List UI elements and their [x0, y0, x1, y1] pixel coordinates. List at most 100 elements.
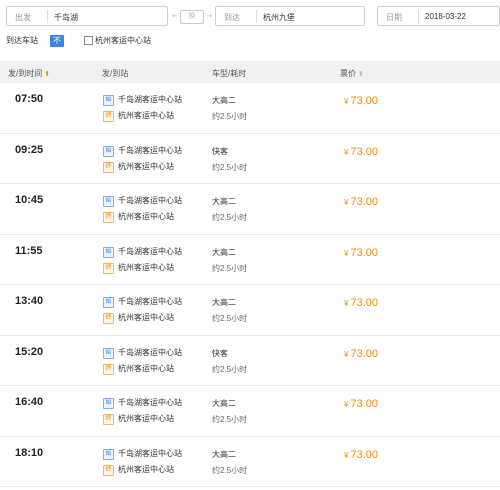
header-price[interactable]: 票价 ⬍: [340, 68, 364, 79]
price-amount: 73.00: [350, 196, 378, 208]
bus-type: 快客: [212, 146, 228, 156]
duration: 约2.5小时: [212, 415, 248, 424]
duration: 约2.5小时: [212, 213, 248, 222]
date-value: 2018-03-22: [425, 12, 466, 21]
date-field[interactable]: 日期 2018-03-22: [377, 6, 500, 26]
end-badge-icon: 终: [103, 161, 114, 173]
start-badge-icon: 始: [103, 145, 114, 157]
header-time[interactable]: 发/到时间 ⬆: [8, 68, 50, 79]
from-station-name: 千岛湖客运中心站: [118, 246, 182, 256]
to-station: 终杭州客运中心站: [103, 414, 174, 425]
divider: [0, 486, 500, 487]
duration: 约2.5小时: [212, 314, 248, 323]
arrow-right-icon: ⇢: [206, 13, 212, 20]
bus-type: 快客: [212, 348, 228, 358]
table-row[interactable]: 15:20 始千岛湖客运中心站终杭州客运中心站 快客 约2.5小时 ¥73.00: [0, 335, 500, 386]
price-amount: 73.00: [350, 347, 378, 360]
from-station-name: 千岛湖客运中心站: [118, 95, 182, 104]
end-badge-icon: 终: [103, 111, 114, 122]
from-station: 始千岛湖客运中心站: [103, 196, 182, 207]
to-station: 终杭州客运中心站: [103, 212, 174, 223]
price: ¥73.00: [344, 146, 378, 158]
table-row[interactable]: 16:40 始千岛湖客运中心站终杭州客运中心站 大高二 约2.5小时 ¥73.00: [0, 386, 500, 437]
date-label: 日期: [386, 13, 402, 22]
to-station-name: 杭州客运中心站: [118, 161, 174, 171]
schedule-list: 07:50 始千岛湖客运中心站终杭州客运中心站 大高二 约2.5小时 ¥73.00 09:…: [0, 83, 500, 487]
bus-type: 大高二: [212, 96, 236, 105]
start-badge-icon: 始: [103, 196, 114, 207]
arrow-left-icon: ⇠: [172, 13, 178, 20]
to-station: 终杭州客运中心站: [103, 464, 174, 476]
to-station-name: 杭州客运中心站: [118, 414, 174, 423]
from-station-name: 千岛湖客运中心站: [118, 398, 182, 407]
from-station: 始千岛湖客运中心站: [103, 347, 182, 359]
currency-symbol: ¥: [344, 450, 349, 460]
table-row[interactable]: 07:50 始千岛湖客运中心站终杭州客运中心站 大高二 约2.5小时 ¥73.00: [0, 83, 500, 134]
bus-type: 大高二: [212, 197, 236, 206]
table-row[interactable]: 18:10 始千岛湖客运中心站终杭州客运中心站 大高二 约2.5小时 ¥73.00: [0, 436, 500, 487]
currency-symbol: ¥: [344, 198, 349, 207]
price: ¥73.00: [344, 196, 378, 208]
to-station: 终杭州客运中心站: [103, 161, 174, 173]
from-station: 始千岛湖客运中心站: [103, 95, 182, 106]
price-amount: 73.00: [350, 297, 378, 309]
start-badge-icon: 始: [103, 347, 114, 359]
table-row[interactable]: 11:55 始千岛湖客运中心站终杭州客运中心站 大高二 约2.5小时 ¥73.00: [0, 234, 500, 285]
duration: 约2.5小时: [212, 263, 248, 273]
no-limit-button[interactable]: 不限: [50, 35, 64, 57]
from-label: 出发: [15, 13, 31, 22]
search-bar: 出发 千岛湖 ⇠ 换 ⇢ 到达 杭州九堡 日期 2018-03-22: [0, 0, 500, 36]
end-badge-icon: 终: [103, 313, 114, 324]
currency-symbol: ¥: [344, 349, 349, 359]
swap-stations-button[interactable]: ⇠ 换 ⇢: [172, 10, 212, 24]
to-field[interactable]: 到达 杭州九堡: [215, 6, 365, 26]
bus-type: 大高二: [212, 247, 236, 257]
price: ¥73.00: [344, 398, 378, 410]
to-label: 到达: [224, 13, 240, 22]
price: ¥73.00: [344, 247, 378, 259]
table-row[interactable]: 13:40 始千岛湖客运中心站终杭州客运中心站 大高二 约2.5小时 ¥73.00: [0, 285, 500, 336]
price: ¥73.00: [344, 348, 378, 360]
end-badge-icon: 终: [103, 363, 114, 375]
end-badge-icon: 终: [103, 464, 114, 476]
sort-icon: ⬍: [358, 71, 364, 78]
price-amount: 73.00: [350, 145, 378, 158]
bus-type: 大高二: [212, 449, 236, 459]
currency-symbol: ¥: [344, 97, 349, 106]
currency-symbol: ¥: [344, 248, 349, 258]
to-station-name: 杭州客运中心站: [118, 262, 174, 272]
currency-symbol: ¥: [344, 400, 349, 409]
duration: 约2.5小时: [212, 112, 248, 121]
start-badge-icon: 始: [103, 448, 114, 460]
from-station: 始千岛湖客运中心站: [103, 246, 182, 258]
from-station: 始千岛湖客运中心站: [103, 145, 182, 157]
divider: [256, 10, 257, 23]
departure-time: 07:50: [15, 93, 44, 105]
duration: 约2.5小时: [212, 465, 248, 475]
station-checkbox[interactable]: [84, 36, 93, 45]
departure-time: 16:40: [15, 396, 44, 408]
to-station: 终杭州客运中心站: [103, 313, 174, 324]
header-time-label: 发/到时间: [8, 69, 43, 78]
departure-time: 18:10: [15, 446, 44, 459]
divider: [47, 10, 48, 23]
arrow-up-icon: ⬆: [44, 71, 51, 78]
divider: [418, 10, 419, 23]
header-type-duration: 车型/耗时: [212, 69, 247, 78]
departure-time: 09:25: [15, 143, 44, 156]
departure-time: 13:40: [15, 295, 44, 307]
price-amount: 73.00: [350, 246, 378, 259]
from-value: 千岛湖: [54, 13, 78, 22]
duration: 约2.5小时: [212, 364, 248, 374]
table-row[interactable]: 10:45 始千岛湖客运中心站终杭州客运中心站 大高二 约2.5小时 ¥73.00: [0, 184, 500, 235]
bus-type: 大高二: [212, 298, 236, 307]
from-field[interactable]: 出发 千岛湖: [6, 6, 168, 26]
from-station: 始千岛湖客运中心站: [103, 297, 182, 308]
table-row[interactable]: 09:25 始千岛湖客运中心站终杭州客运中心站 快客 约2.5小时 ¥73.00: [0, 133, 500, 184]
from-station-name: 千岛湖客运中心站: [118, 448, 182, 458]
bus-type: 大高二: [212, 399, 236, 408]
station-checkbox-label[interactable]: 杭州客运中心站: [95, 35, 151, 47]
start-badge-icon: 始: [103, 246, 114, 258]
currency-symbol: ¥: [344, 147, 349, 157]
to-station-name: 杭州客运中心站: [118, 212, 174, 221]
